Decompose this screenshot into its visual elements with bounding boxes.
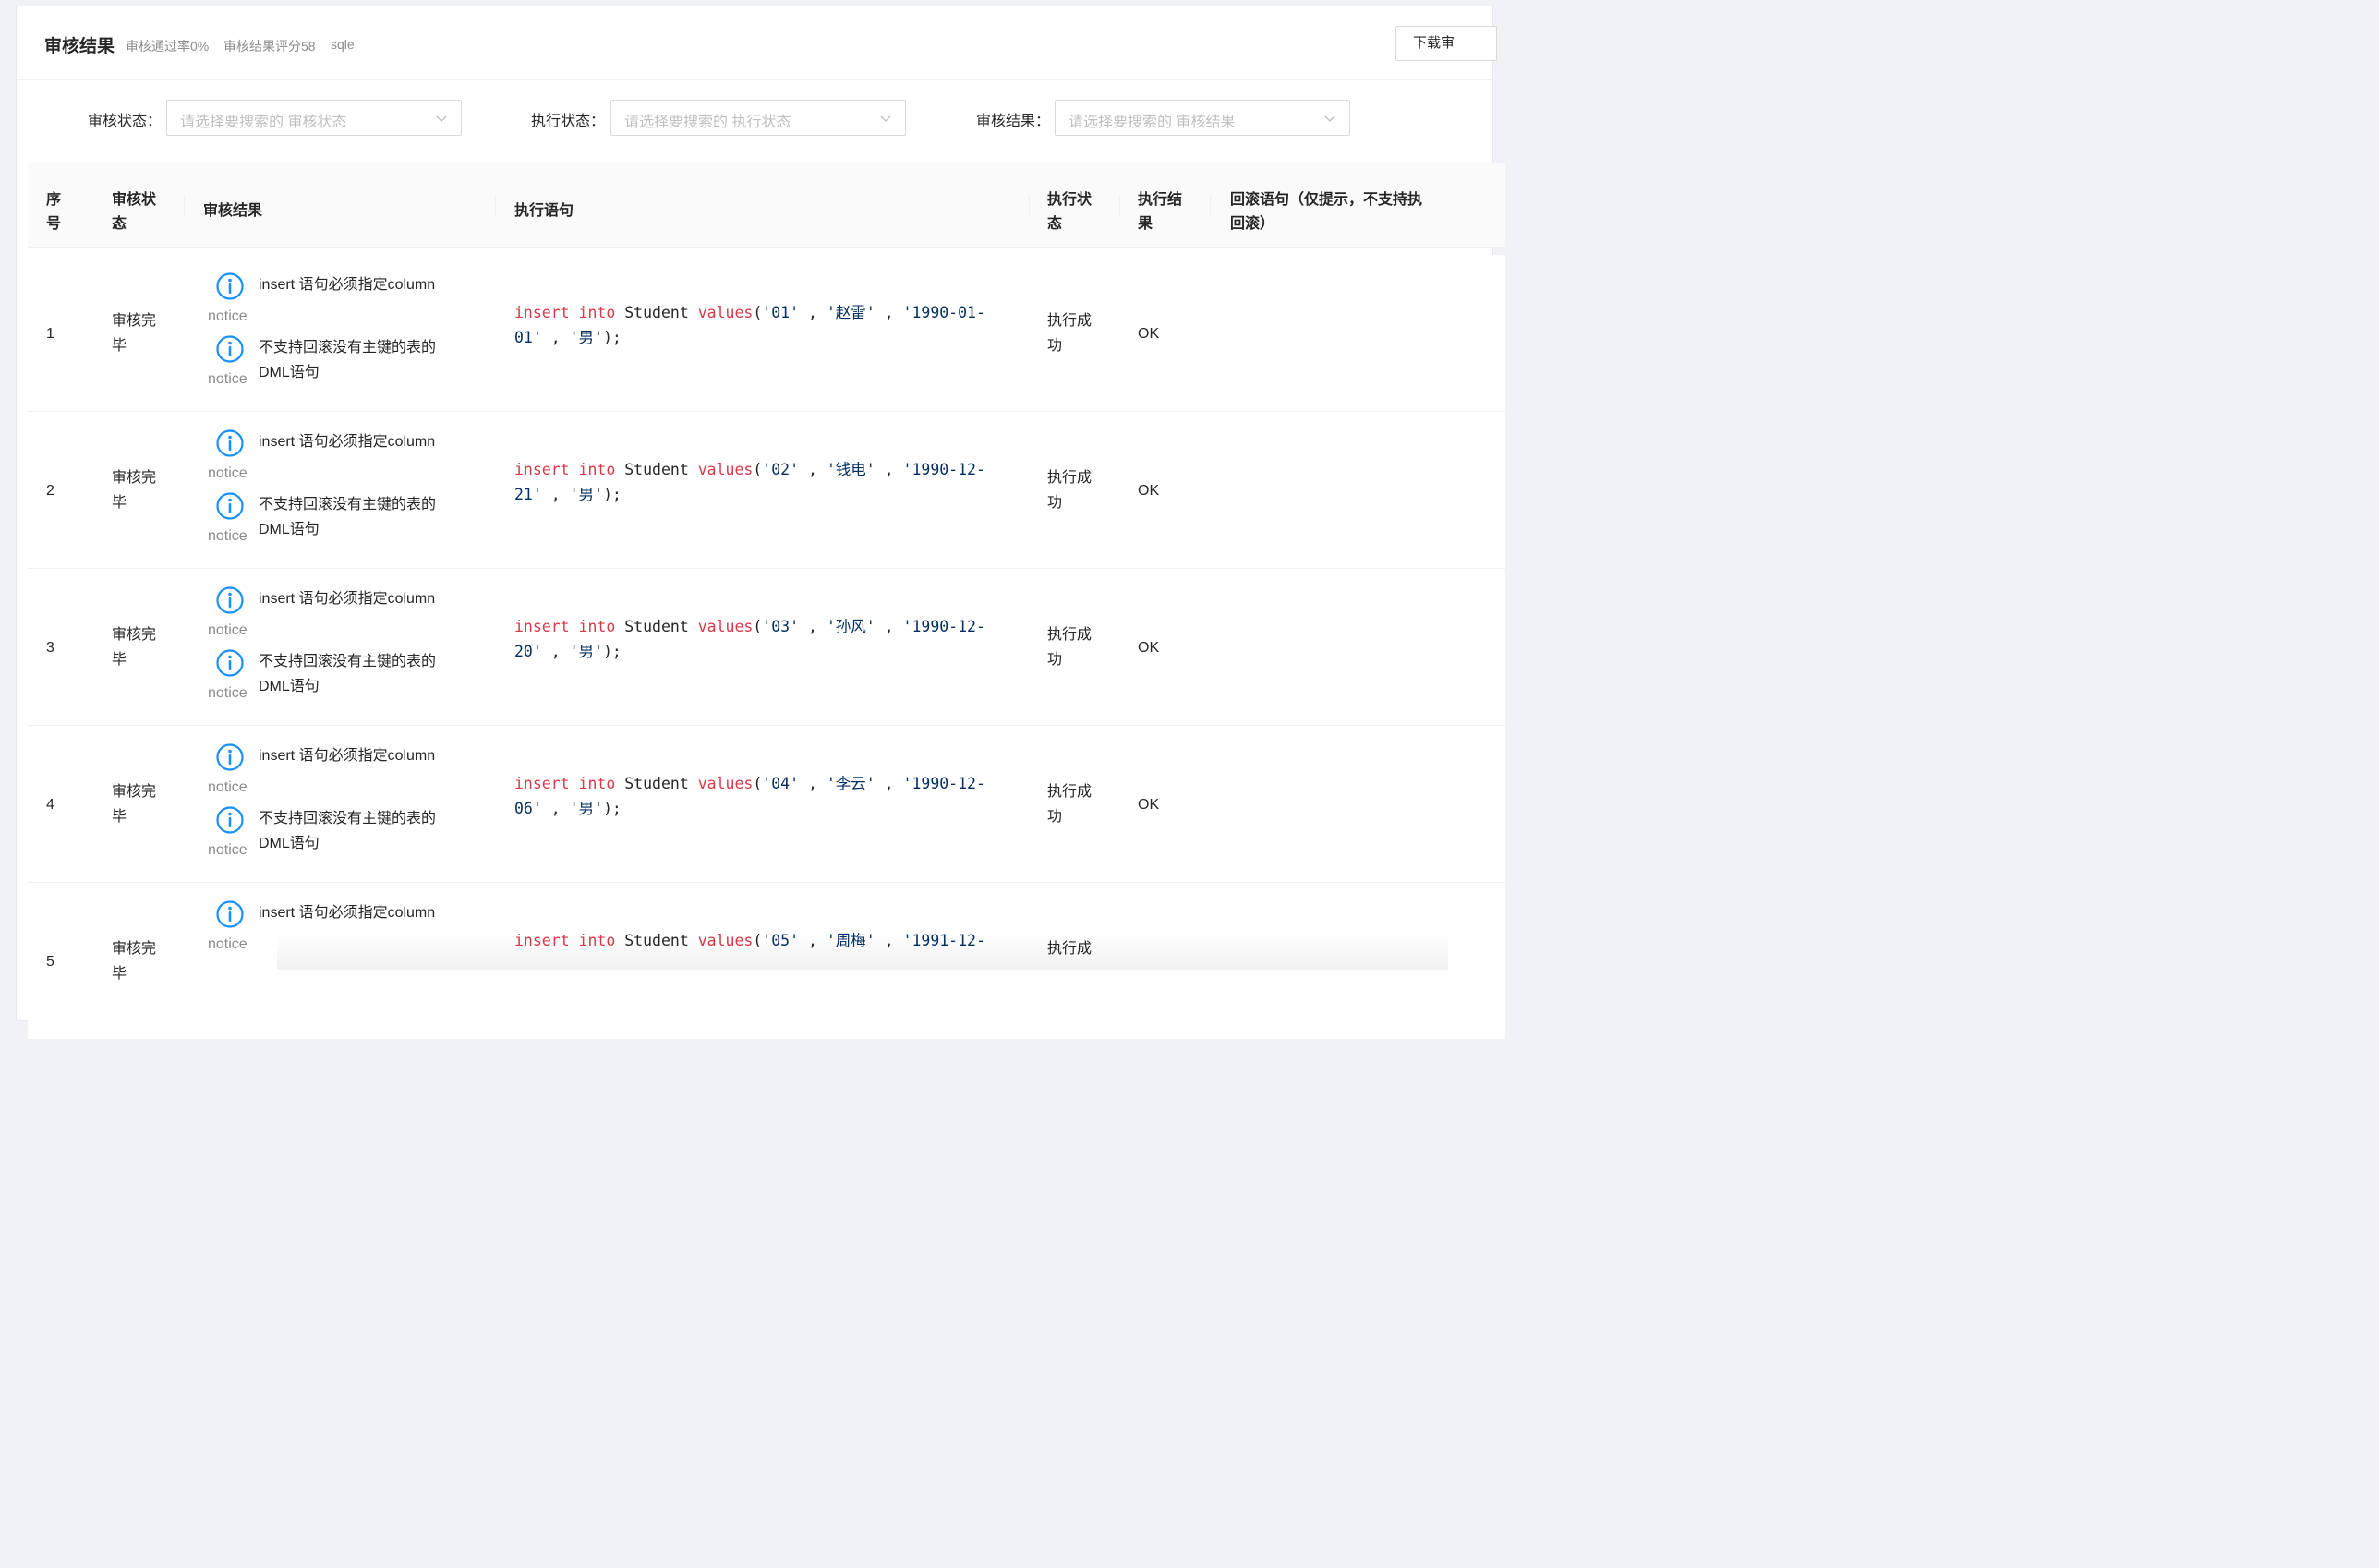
sql-line-1: insert into Student values('03' , '孙风' ,… <box>514 618 985 635</box>
filter-label-audit-status: 审核状态： <box>88 114 163 129</box>
table-row: 4 审核完毕 notice insert 语句必须指定column notice 不支… <box>28 726 1505 883</box>
row-exec-status: 执行成功 <box>1047 313 1093 354</box>
info-circle-icon <box>216 272 244 300</box>
row-audit-status: 审核完毕 <box>112 784 157 825</box>
card-header: 审核结果 审核通过率0% 审核结果评分58 sqle 下载审 <box>17 6 1497 80</box>
row-exec-status: 执行成功 <box>1047 784 1093 825</box>
issue-message: insert 语句必须指定column <box>259 434 436 450</box>
row-audit-status: 审核完毕 <box>112 470 157 511</box>
sql-line-2: 21' , '男'); <box>514 486 622 503</box>
instance-name: sqle <box>331 37 355 52</box>
row-index: 5 <box>46 954 54 970</box>
exec-status-placeholder: 请选择要搜索的 执行状态 <box>624 115 791 130</box>
row-exec-result: OK <box>1138 483 1160 499</box>
audit-status-placeholder: 请选择要搜索的 审核状态 <box>180 115 347 130</box>
sql-line-2: 01' , '男'); <box>514 329 622 346</box>
row-audit-status: 审核完毕 <box>112 941 157 982</box>
issue-level: notice <box>208 308 248 324</box>
info-circle-icon <box>216 429 244 457</box>
sql-line-2: 06' , '男'); <box>514 800 622 817</box>
header-exec-status: 执行状态 <box>1047 192 1093 232</box>
audit-status-select[interactable]: 请选择要搜索的 审核状态 <box>166 100 462 136</box>
column-divider <box>1119 195 1120 217</box>
issue-level: notice <box>208 779 248 795</box>
header-audit-result: 审核结果 <box>203 203 263 219</box>
info-circle-icon <box>216 492 244 520</box>
table-row: 5 审核完毕 notice insert 语句必须指定column insert … <box>28 883 1505 1040</box>
issue-message: insert 语句必须指定column <box>259 748 436 764</box>
filter-label-exec-status: 执行状态： <box>531 114 606 129</box>
filter-label-audit-result: 审核结果： <box>976 114 1051 129</box>
column-divider <box>1029 195 1030 217</box>
row-exec-result: OK <box>1138 797 1160 813</box>
issue-message: 不支持回滚没有主键的表的 DML语句 <box>259 811 437 851</box>
row-exec-status: 执行成功 <box>1047 627 1093 668</box>
pass-rate: 审核通过率0% <box>126 39 210 54</box>
exec-sql-code: insert into Student values('02' , '钱电' ,… <box>514 457 1013 507</box>
row-exec-status: 执行成功 <box>1047 470 1093 511</box>
exec-sql-code: insert into Student values('01' , '赵雷' ,… <box>514 300 1013 350</box>
info-circle-icon <box>216 586 244 614</box>
chevron-down-icon <box>436 115 447 122</box>
table-row: 2 审核完毕 notice insert 语句必须指定column notice 不支… <box>28 412 1505 569</box>
exec-status-select[interactable]: 请选择要搜索的 执行状态 <box>610 100 906 136</box>
download-button-label: 下载审 <box>1413 35 1455 51</box>
row-index: 4 <box>46 797 54 813</box>
row-audit-status: 审核完毕 <box>112 313 157 354</box>
header-exec-result: 执行结果 <box>1138 192 1183 232</box>
sql-line-1: insert into Student values('01' , '赵雷' ,… <box>514 304 985 321</box>
row-index: 3 <box>46 640 54 656</box>
issue-level: notice <box>208 936 248 952</box>
exec-sql-code: insert into Student values('04' , '李云' ,… <box>514 771 1013 821</box>
issue-level: notice <box>208 528 248 544</box>
issue-level: notice <box>208 371 248 387</box>
audit-result-select[interactable]: 请选择要搜索的 审核结果 <box>1055 100 1350 136</box>
sql-line-1: insert into Student values('05' , '周梅' ,… <box>514 932 985 949</box>
exec-sql-code: insert into Student values('05' , '周梅' ,… <box>514 928 1013 953</box>
issue-message: 不支持回滚没有主键的表的 DML语句 <box>259 497 437 537</box>
download-button[interactable]: 下载审 <box>1395 26 1497 61</box>
chevron-down-icon <box>1324 115 1335 122</box>
table-row: 3 审核完毕 notice insert 语句必须指定column notice 不支… <box>28 569 1505 726</box>
column-divider <box>184 195 185 217</box>
info-circle-icon <box>216 743 244 771</box>
audit-result-placeholder: 请选择要搜索的 审核结果 <box>1069 115 1236 130</box>
sql-line-2: 20' , '男'); <box>514 643 622 660</box>
table-row: 1 审核完毕 notice insert 语句必须指定column notice 不支… <box>28 255 1505 412</box>
info-circle-icon <box>216 335 244 363</box>
row-exec-result: OK <box>1138 640 1160 656</box>
issue-message: insert 语句必须指定column <box>259 591 436 607</box>
row-audit-status: 审核完毕 <box>112 627 157 668</box>
header-exec-sql: 执行语句 <box>514 203 574 219</box>
issue-message: insert 语句必须指定column <box>259 905 436 921</box>
issue-message: 不支持回滚没有主键的表的 DML语句 <box>259 654 437 694</box>
header-rollback: 回滚语句（仅提示，不支持执 回滚） <box>1230 192 1423 232</box>
sql-line-1: insert into Student values('04' , '李云' ,… <box>514 775 985 792</box>
issue-level: notice <box>208 842 248 858</box>
card-title: 审核结果 <box>44 37 115 56</box>
sql-line-1: insert into Student values('02' , '钱电' ,… <box>514 461 985 478</box>
issue-level: notice <box>208 622 248 638</box>
row-index: 2 <box>46 483 54 499</box>
issue-level: notice <box>208 685 248 701</box>
chevron-down-icon <box>880 115 891 122</box>
info-circle-icon <box>216 649 244 677</box>
issue-message: 不支持回滚没有主键的表的 DML语句 <box>259 340 437 380</box>
audit-score: 审核结果评分58 <box>223 39 316 54</box>
info-circle-icon <box>216 806 244 834</box>
column-divider <box>1210 195 1211 217</box>
column-divider <box>495 195 496 217</box>
issue-level: notice <box>208 465 248 481</box>
info-circle-icon <box>216 900 244 928</box>
row-exec-result: OK <box>1138 326 1160 342</box>
issue-message: insert 语句必须指定column <box>259 277 436 293</box>
exec-sql-code: insert into Student values('03' , '孙风' ,… <box>514 614 1013 664</box>
row-index: 1 <box>46 326 54 342</box>
row-exec-status: 执行成 <box>1047 941 1093 957</box>
header-index: 序号 <box>46 192 62 232</box>
header-audit-status: 审核状态 <box>112 192 157 232</box>
table-header: 序号 审核状态 审核结果 执行语句 执行状态 执行结果 回滚语句（仅提示，不支持… <box>28 163 1505 248</box>
